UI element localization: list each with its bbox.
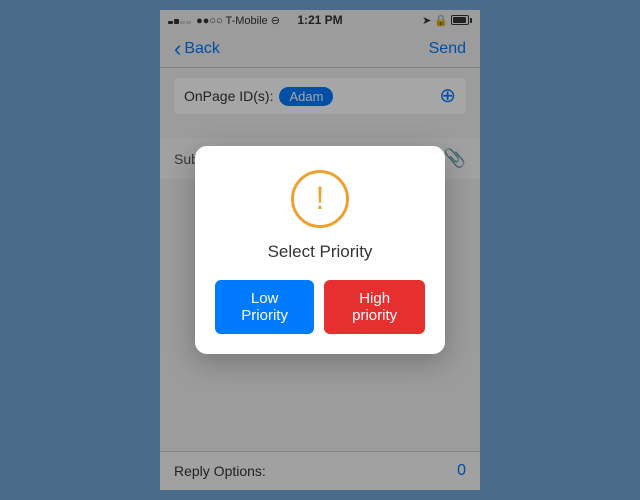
priority-modal: ! Select Priority Low Priority High prio…	[195, 146, 445, 354]
phone-screen: ●●○○ T-Mobile ⊖ 1:21 PM ➤ 🔒 Back Send On…	[160, 10, 480, 490]
modal-title: Select Priority	[268, 242, 373, 262]
exclamation-icon: !	[316, 182, 325, 214]
warning-icon: !	[291, 170, 349, 228]
low-priority-button[interactable]: Low Priority	[215, 280, 314, 334]
high-priority-button[interactable]: High priority	[324, 280, 425, 334]
modal-overlay: ! Select Priority Low Priority High prio…	[160, 10, 480, 490]
modal-buttons: Low Priority High priority	[215, 280, 425, 334]
